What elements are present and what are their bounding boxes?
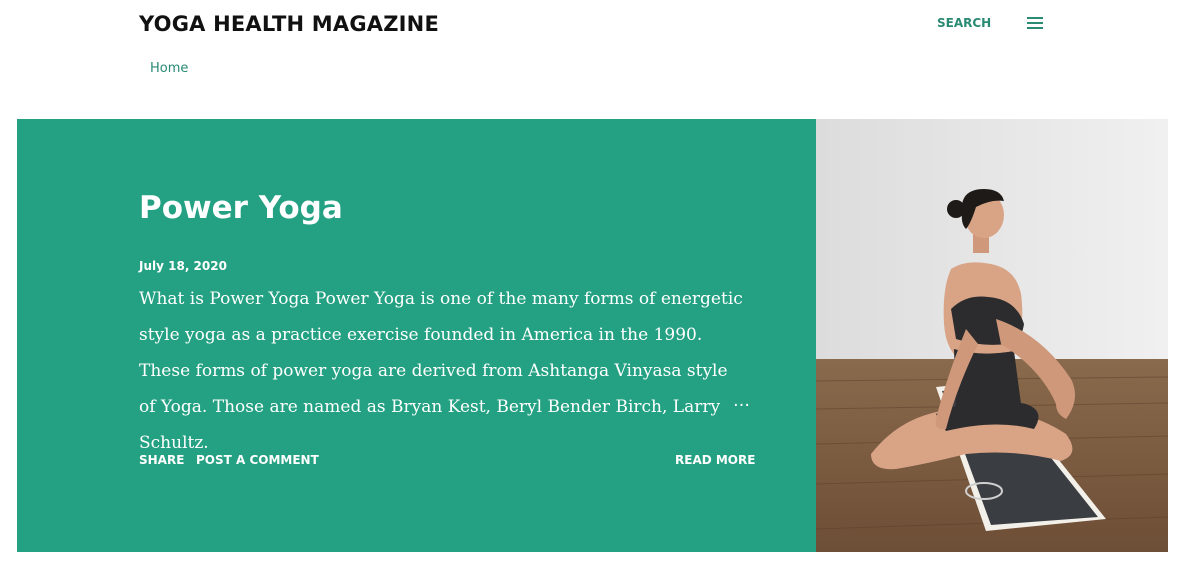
- read-more-link[interactable]: READ MORE: [675, 453, 755, 467]
- snippet-ellipsis[interactable]: …: [733, 391, 750, 411]
- yoga-woman-image: [816, 119, 1168, 552]
- featured-post-panel: Power Yoga July 18, 2020 What is Power Y…: [17, 119, 816, 552]
- post-date: July 18, 2020: [139, 259, 227, 273]
- search-button[interactable]: SEARCH: [937, 16, 991, 30]
- post-title[interactable]: Power Yoga: [139, 190, 343, 226]
- post-snippet: What is Power Yoga Power Yoga is one of …: [139, 289, 743, 453]
- site-title[interactable]: YOGA HEALTH MAGAZINE: [139, 12, 439, 36]
- post-comment-link[interactable]: POST A COMMENT: [196, 453, 319, 467]
- nav-item-home[interactable]: Home: [150, 61, 188, 76]
- share-button[interactable]: SHARE: [139, 453, 184, 467]
- hamburger-menu-icon[interactable]: [1027, 17, 1043, 31]
- featured-post-image[interactable]: [816, 119, 1168, 552]
- featured-post: Power Yoga July 18, 2020 What is Power Y…: [17, 119, 1168, 552]
